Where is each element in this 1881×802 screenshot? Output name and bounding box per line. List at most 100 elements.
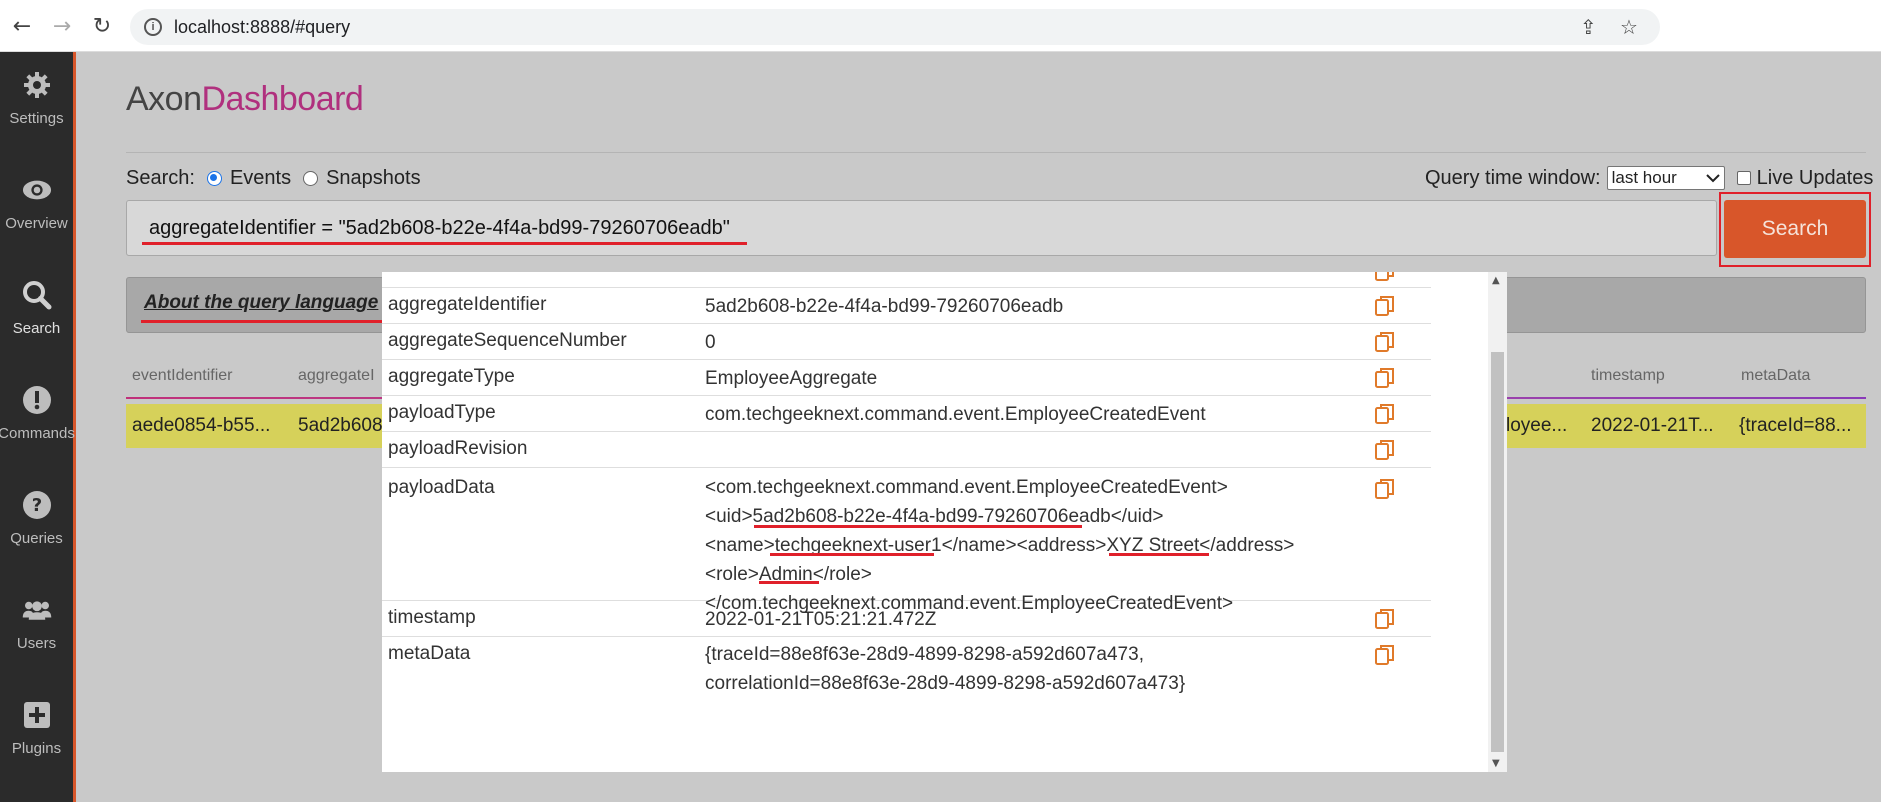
scroll-down-arrow-icon[interactable]: ▼ xyxy=(1492,758,1500,769)
detail-value: 0 xyxy=(705,332,716,353)
logo-axon: Axon xyxy=(126,80,202,118)
table-cell: loyee... xyxy=(1506,415,1568,436)
detail-row-payloaddata: payloadData <com.techgeeknext.command.ev… xyxy=(382,468,1431,614)
copy-icon[interactable] xyxy=(1375,272,1395,282)
eye-icon xyxy=(22,175,52,205)
sidebar-item-label: Commands xyxy=(0,425,75,442)
annotation-underline xyxy=(142,242,747,245)
table-cell: 5ad2b608 xyxy=(298,415,383,436)
svg-text:?: ? xyxy=(31,495,41,516)
copy-icon[interactable] xyxy=(1375,367,1395,389)
sidebar-item-label: Plugins xyxy=(11,740,62,757)
sidebar-item-label: Queries xyxy=(10,530,63,547)
payload-data-value: <com.techgeeknext.command.event.Employee… xyxy=(705,473,1294,618)
sidebar: Settings Overview Search Commands ? Quer… xyxy=(0,52,76,802)
share-icon[interactable]: ⇪ xyxy=(1580,9,1597,45)
search-button[interactable]: Search xyxy=(1724,200,1866,258)
detail-key: aggregateType xyxy=(388,366,515,387)
sidebar-item-queries[interactable]: ? Queries xyxy=(0,472,73,568)
sidebar-item-users[interactable]: Users xyxy=(0,577,73,673)
events-radio[interactable] xyxy=(206,170,222,186)
search-label: Search: xyxy=(126,166,195,189)
sidebar-item-label: Overview xyxy=(5,215,68,232)
copy-icon[interactable] xyxy=(1375,608,1395,630)
metadata-value: {traceId=88e8f63e-28d9-4899-8298-a592d60… xyxy=(705,640,1185,698)
sidebar-item-settings[interactable]: Settings xyxy=(0,52,73,148)
detail-key: payloadRevision xyxy=(388,438,528,459)
search-icon xyxy=(22,280,52,310)
about-query-language-link[interactable]: About the query language xyxy=(144,292,378,314)
live-updates-label[interactable]: Live Updates xyxy=(1757,167,1874,190)
table-cell: aede0854-b55... xyxy=(132,415,271,436)
detail-key: timestamp xyxy=(388,607,476,628)
sidebar-item-plugins[interactable]: Plugins xyxy=(0,682,73,778)
copy-icon[interactable] xyxy=(1375,403,1395,425)
forward-arrow-icon[interactable]: → xyxy=(48,12,76,40)
events-radio-label[interactable]: Events xyxy=(230,167,291,190)
sidebar-item-search[interactable]: Search xyxy=(0,262,73,358)
metadata-line: {traceId=88e8f63e-28d9-4899-8298-a592d60… xyxy=(705,644,1144,665)
sidebar-item-overview[interactable]: Overview xyxy=(0,157,73,253)
sidebar-item-commands[interactable]: Commands xyxy=(0,367,75,463)
detail-row-metadata: metaData {traceId=88e8f63e-28d9-4899-829… xyxy=(382,637,1431,707)
query-time-select[interactable]: last hour xyxy=(1606,166,1725,190)
detail-row-partial xyxy=(382,272,1431,288)
scroll-up-arrow-icon[interactable]: ▲ xyxy=(1492,275,1500,286)
detail-key: aggregateSequenceNumber xyxy=(388,330,627,351)
payload-line: <role>Admin</role> xyxy=(705,564,872,585)
copy-icon[interactable] xyxy=(1375,478,1395,500)
gear-icon xyxy=(22,70,52,100)
detail-value: 2022-01-21T05:21:21.472Z xyxy=(705,609,937,630)
query-input[interactable]: aggregateIdentifier = "5ad2b608-b22e-4f4… xyxy=(126,200,1717,256)
query-time-value: last hour xyxy=(1611,168,1677,187)
bookmark-star-icon[interactable]: ☆ xyxy=(1620,9,1638,45)
url-text: localhost:8888/#query xyxy=(174,16,351,37)
detail-value: 5ad2b608-b22e-4f4a-bd99-79260706eadb xyxy=(705,296,1064,317)
annotation-underline xyxy=(770,553,934,556)
detail-row-aggregatetype: aggregateType EmployeeAggregate xyxy=(382,360,1431,396)
table-cell: 2022-01-21T... xyxy=(1591,415,1714,436)
detail-row-aggregatesequencenumber: aggregateSequenceNumber 0 xyxy=(382,324,1431,360)
reload-icon[interactable]: ↻ xyxy=(88,12,116,40)
chevron-down-icon xyxy=(1705,174,1720,183)
live-updates-checkbox[interactable] xyxy=(1736,171,1751,185)
query-text: aggregateIdentifier = "5ad2b608-b22e-4f4… xyxy=(149,216,730,239)
column-header-timestamp[interactable]: timestamp xyxy=(1591,367,1665,385)
question-icon: ? xyxy=(22,490,52,520)
detail-row-payloadtype: payloadType com.techgeeknext.command.eve… xyxy=(382,396,1431,432)
detail-key: payloadData xyxy=(388,477,495,498)
address-bar[interactable]: i localhost:8888/#query ⇪ ☆ xyxy=(130,9,1660,45)
sidebar-item-label: Users xyxy=(16,635,57,652)
annotation-underline xyxy=(754,525,1082,528)
snapshots-radio[interactable] xyxy=(303,170,319,186)
app-logo: AxonDashboard xyxy=(126,80,364,119)
exclamation-icon xyxy=(22,385,52,415)
detail-key: payloadType xyxy=(388,402,496,423)
copy-icon[interactable] xyxy=(1375,644,1395,666)
annotation-underline xyxy=(1109,553,1209,556)
modal-scrollbar[interactable]: ▲ ▼ xyxy=(1488,272,1507,772)
snapshots-radio-label[interactable]: Snapshots xyxy=(326,167,421,190)
payload-line: <com.techgeeknext.command.event.Employee… xyxy=(705,477,1228,498)
column-header-aggregateidentifier[interactable]: aggregateI xyxy=(298,367,375,385)
copy-icon[interactable] xyxy=(1375,439,1395,461)
logo-dashboard: Dashboard xyxy=(201,80,364,118)
detail-row-aggregateidentifier: aggregateIdentifier 5ad2b608-b22e-4f4a-b… xyxy=(382,288,1431,324)
site-info-icon[interactable]: i xyxy=(144,18,162,36)
copy-icon[interactable] xyxy=(1375,331,1395,353)
copy-icon[interactable] xyxy=(1375,295,1395,317)
column-header-metadata[interactable]: metaData xyxy=(1741,367,1810,385)
detail-key: metaData xyxy=(388,643,471,664)
users-icon xyxy=(22,595,52,625)
metadata-line: correlationId=88e8f63e-28d9-4899-8298-a5… xyxy=(705,673,1186,694)
detail-row-timestamp: timestamp 2022-01-21T05:21:21.472Z xyxy=(382,601,1431,637)
column-header-eventidentifier[interactable]: eventIdentifier xyxy=(132,367,233,385)
sidebar-item-label: Settings xyxy=(9,110,64,127)
back-arrow-icon[interactable]: ← xyxy=(8,12,36,40)
scrollbar-thumb[interactable] xyxy=(1491,352,1504,752)
search-type-selector: Search: Events Snapshots xyxy=(126,160,421,196)
plus-square-icon xyxy=(22,700,52,730)
annotation-underline xyxy=(759,581,819,584)
detail-key: aggregateIdentifier xyxy=(388,294,547,315)
table-cell: {traceId=88... xyxy=(1739,415,1852,436)
